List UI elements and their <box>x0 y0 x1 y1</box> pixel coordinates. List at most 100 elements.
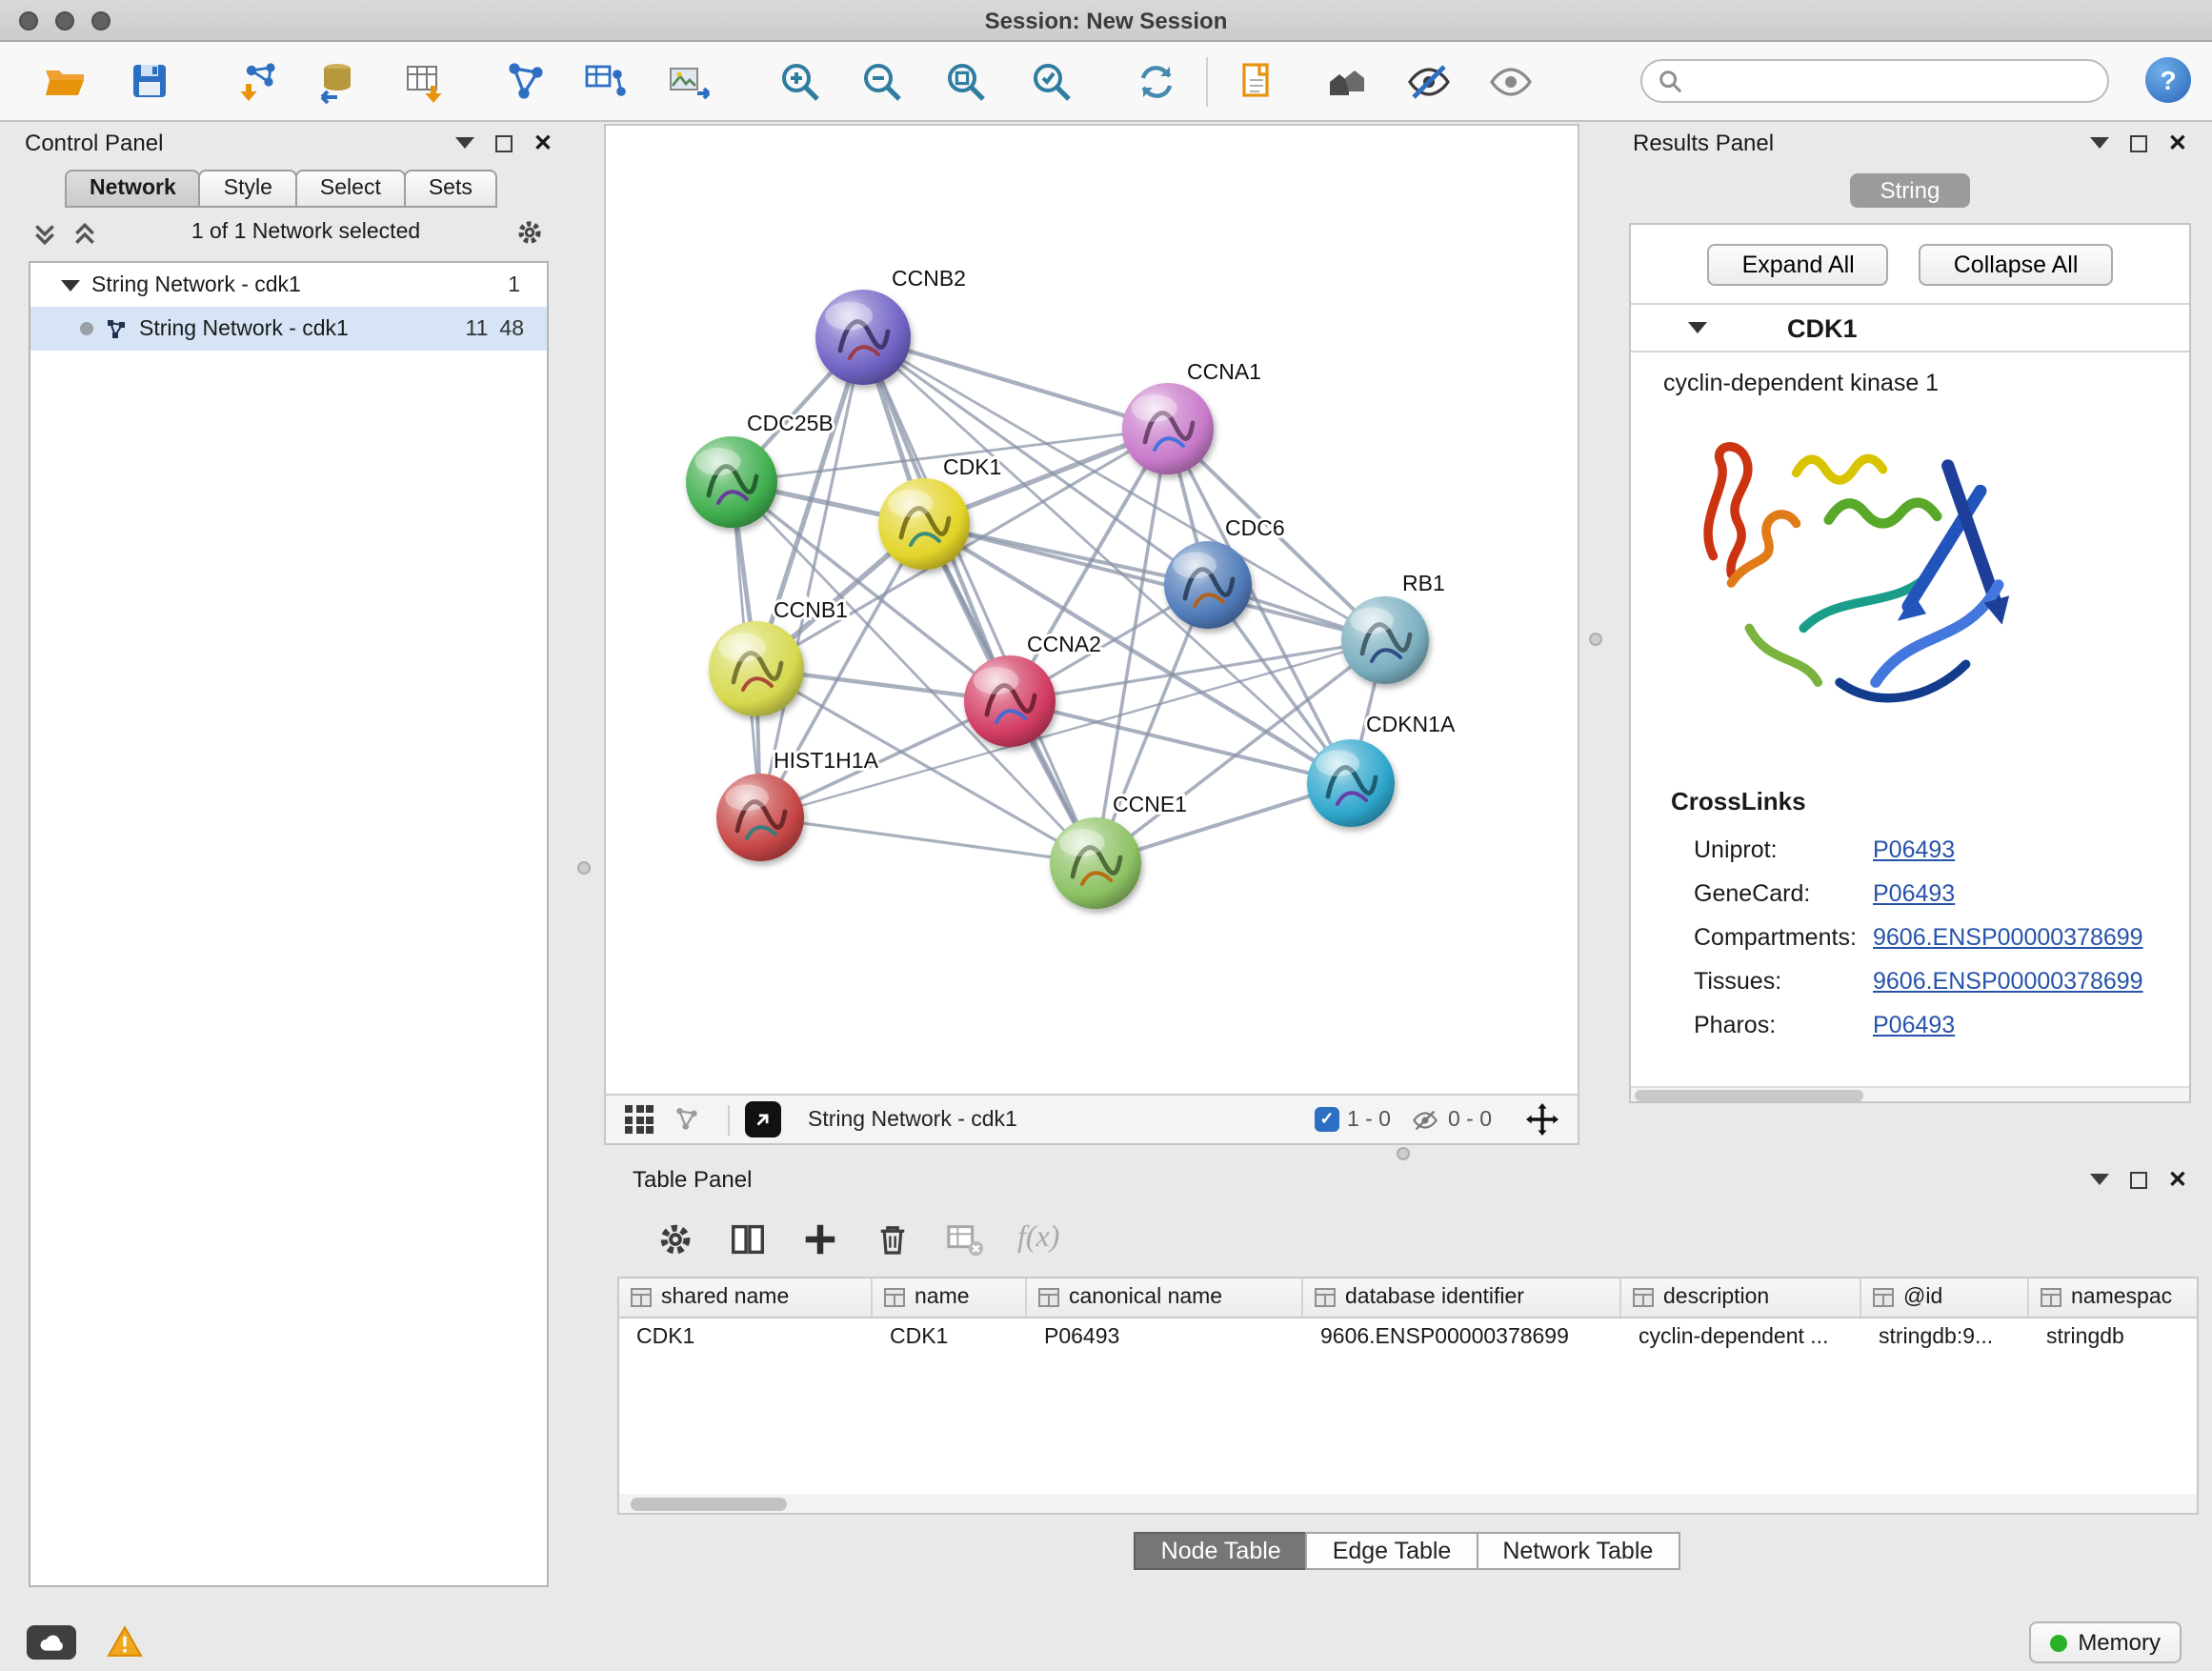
delete-column-trash-icon[interactable] <box>873 1218 913 1258</box>
splitter-handle[interactable] <box>577 861 591 875</box>
close-panel-icon[interactable] <box>2168 1166 2187 1193</box>
network-edge[interactable] <box>863 337 1096 863</box>
splitter-handle[interactable] <box>1589 633 1602 646</box>
delete-table-icon[interactable] <box>945 1218 985 1258</box>
crosslink-link[interactable]: P06493 <box>1873 879 2189 906</box>
add-column-icon[interactable] <box>800 1218 840 1258</box>
show-all-icon[interactable] <box>1482 53 1539 111</box>
tab-sets[interactable]: Sets <box>404 170 497 208</box>
refresh-layout-icon[interactable] <box>1128 53 1185 111</box>
save-session-icon[interactable] <box>122 53 179 111</box>
new-network-icon[interactable] <box>497 53 554 111</box>
open-session-icon[interactable] <box>36 53 93 111</box>
zoom-out-icon[interactable] <box>854 53 911 111</box>
collapse-section-icon[interactable] <box>1688 322 1707 343</box>
network-node-ccnb1[interactable] <box>709 621 804 716</box>
table-cell[interactable]: stringdb <box>2029 1319 2199 1357</box>
network-node-hist1h1a[interactable] <box>716 774 804 861</box>
tab-edge-table[interactable]: Edge Table <box>1306 1532 1478 1570</box>
expand-all-button[interactable]: Expand All <box>1708 244 1889 286</box>
collapse-all-button[interactable]: Collapse All <box>1920 244 2113 286</box>
table-cell[interactable]: cyclin-dependent ... <box>1621 1319 1861 1357</box>
collapse-all-icon[interactable] <box>72 220 97 245</box>
memory-button[interactable]: Memory <box>2028 1621 2182 1663</box>
open-in-new-icon[interactable] <box>745 1101 781 1137</box>
tab-style[interactable]: Style <box>199 170 297 208</box>
column-header-description[interactable]: description <box>1621 1278 1861 1317</box>
column-header-shared-name[interactable]: shared name <box>619 1278 873 1317</box>
results-horizontal-scrollbar[interactable] <box>1631 1086 2189 1101</box>
tab-network-table[interactable]: Network Table <box>1476 1532 1679 1570</box>
network-node-cdc25b[interactable] <box>686 436 777 528</box>
crosslink-link[interactable]: 9606.ENSP00000378699 <box>1873 923 2189 950</box>
crosslink-link[interactable]: 9606.ENSP00000378699 <box>1873 967 2189 994</box>
tab-network[interactable]: Network <box>65 170 201 208</box>
cloud-icon[interactable] <box>27 1625 76 1660</box>
crosslink-link[interactable]: P06493 <box>1873 836 2189 862</box>
gear-icon[interactable] <box>514 217 545 248</box>
network-node-cdkn1a[interactable] <box>1307 739 1395 827</box>
column-header-canonical-name[interactable]: canonical name <box>1027 1278 1303 1317</box>
network-node-ccnb2[interactable] <box>815 290 911 385</box>
network-row-selected[interactable]: String Network - cdk1 11 48 <box>30 307 547 351</box>
network-table-icon[interactable] <box>577 53 634 111</box>
minimize-window-button[interactable] <box>55 11 74 30</box>
function-builder-icon[interactable]: f(x) <box>1017 1221 1059 1256</box>
selected-checkbox-icon[interactable] <box>1315 1107 1339 1132</box>
zoom-selected-icon[interactable] <box>1023 53 1080 111</box>
zoom-in-icon[interactable] <box>772 53 829 111</box>
tab-string[interactable]: String <box>1850 173 1971 208</box>
network-node-ccne1[interactable] <box>1050 817 1141 909</box>
float-panel-icon[interactable] <box>455 137 474 158</box>
maximize-panel-icon[interactable] <box>2130 134 2147 151</box>
float-panel-icon[interactable] <box>2090 137 2109 158</box>
column-header-namespac[interactable]: namespac <box>2029 1278 2199 1317</box>
export-image-icon[interactable] <box>661 53 718 111</box>
column-header-name[interactable]: name <box>873 1278 1027 1317</box>
float-panel-icon[interactable] <box>2090 1174 2109 1195</box>
network-edge[interactable] <box>760 817 1096 863</box>
table-horizontal-scrollbar[interactable] <box>619 1494 2197 1513</box>
network-edge[interactable] <box>924 524 1385 640</box>
close-window-button[interactable] <box>19 11 38 30</box>
import-table-icon[interactable] <box>396 53 453 111</box>
column-header-database-identifier[interactable]: database identifier <box>1303 1278 1621 1317</box>
network-node-rb1[interactable] <box>1341 596 1429 684</box>
tab-select[interactable]: Select <box>295 170 406 208</box>
network-node-cdk1[interactable] <box>878 478 970 570</box>
maximize-panel-icon[interactable] <box>495 134 513 151</box>
collection-caret-icon[interactable] <box>61 279 80 300</box>
import-network-file-icon[interactable] <box>229 53 286 111</box>
show-columns-icon[interactable] <box>728 1218 768 1258</box>
network-collection-row[interactable]: String Network - cdk1 1 <box>30 263 547 307</box>
import-network-database-icon[interactable] <box>309 53 366 111</box>
search-input[interactable] <box>1692 70 2092 92</box>
maximize-window-button[interactable] <box>91 11 111 30</box>
first-neighbors-icon[interactable] <box>1317 53 1374 111</box>
column-header--id[interactable]: @id <box>1861 1278 2029 1317</box>
network-overview-icon[interactable] <box>673 1105 701 1134</box>
table-cell[interactable]: stringdb:9... <box>1861 1319 2029 1357</box>
network-node-ccna1[interactable] <box>1122 383 1214 474</box>
table-cell[interactable]: 9606.ENSP00000378699 <box>1303 1319 1621 1357</box>
table-cell[interactable]: CDK1 <box>619 1319 873 1357</box>
close-panel-icon[interactable] <box>2168 130 2187 156</box>
gene-section-header[interactable]: CDK1 <box>1631 303 2189 352</box>
network-node-ccna2[interactable] <box>964 655 1056 747</box>
zoom-fit-icon[interactable] <box>937 53 995 111</box>
table-settings-gear-icon[interactable] <box>655 1218 695 1258</box>
pan-crosshair-icon[interactable] <box>1526 1103 1558 1136</box>
table-cell[interactable]: CDK1 <box>873 1319 1027 1357</box>
hide-selected-icon[interactable] <box>1400 53 1458 111</box>
crosslink-link[interactable]: P06493 <box>1873 1011 2189 1037</box>
warning-icon[interactable] <box>107 1625 143 1667</box>
network-edge[interactable] <box>760 337 863 817</box>
network-node-cdc6[interactable] <box>1164 541 1252 629</box>
table-row[interactable]: CDK1CDK1P064939606.ENSP00000378699cyclin… <box>619 1319 2197 1357</box>
network-canvas[interactable]: CCNB2CCNA1CDC25BCDK1CDC6RB1CCNB1CCNA2CDK… <box>606 126 1578 1094</box>
expand-all-icon[interactable] <box>32 220 57 245</box>
maximize-panel-icon[interactable] <box>2130 1171 2147 1188</box>
splitter-handle[interactable] <box>1397 1147 1410 1160</box>
close-panel-icon[interactable] <box>533 130 553 156</box>
tab-node-table[interactable]: Node Table <box>1135 1532 1308 1570</box>
